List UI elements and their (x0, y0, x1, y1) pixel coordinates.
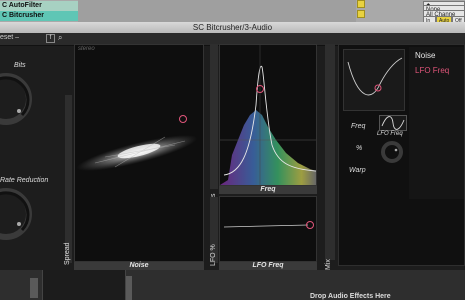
bits-knob-arc (0, 76, 30, 117)
save-preset-icon[interactable]: f (46, 34, 55, 43)
track-area (78, 0, 356, 22)
lfo-line (223, 224, 309, 228)
lfo-freq-knob[interactable] (381, 141, 403, 163)
search-icon[interactable]: ⌕ (58, 33, 62, 43)
spectrum-display[interactable] (219, 44, 317, 186)
stereo-display[interactable]: stereo (74, 44, 204, 262)
warp-curve (347, 57, 403, 96)
mix-slider[interactable] (325, 44, 335, 260)
host-bottom-area (0, 270, 465, 300)
track-activator-button[interactable] (357, 0, 365, 8)
preset-selector[interactable]: eset – (0, 34, 19, 41)
spectrum-graph (220, 45, 316, 185)
device-thumbnail[interactable] (42, 270, 126, 300)
mix-label: Mix (325, 259, 332, 270)
solo-button[interactable] (357, 10, 365, 18)
window-title[interactable]: SC Bitcrusher/3-Audio (0, 22, 465, 33)
lfo-shape-selector[interactable] (379, 115, 407, 131)
sine-wave-icon (381, 116, 405, 130)
freq-param-label[interactable]: Freq (351, 123, 365, 130)
rate-reduction-knob-arc (0, 191, 30, 232)
host-track-strip: C AutoFilter C Bitcrusher ◆ None None Al… (0, 0, 465, 25)
param-list-lfo-freq[interactable]: LFO Freq (415, 66, 449, 75)
lfo-freq-slider-bar[interactable]: LFO Freq (219, 262, 317, 270)
device-scroll-handle[interactable] (126, 276, 132, 300)
lfo-display[interactable] (219, 196, 317, 262)
lfo-percent-label: LFO % (210, 244, 217, 266)
res-slider[interactable] (210, 44, 218, 189)
rate-reduction-knob[interactable] (0, 188, 32, 240)
parameter-list: Noise LFO Freq (409, 47, 464, 199)
bits-label: Bits (14, 62, 26, 69)
plugin-window: SC Bitcrusher/3-Audio eset – f ⌕ Bits Ra… (0, 22, 465, 270)
device-fold-handle[interactable] (30, 278, 38, 298)
lfo-freq-param-label: LFO Freq (377, 131, 403, 137)
freq-slider-bar[interactable]: Freq (219, 186, 317, 194)
freq-res-handle[interactable] (256, 85, 264, 93)
modulation-panel: Freq % Warp LFO Freq Noise LFO Freq (338, 44, 465, 266)
bits-knob[interactable] (0, 73, 32, 125)
param-list-noise[interactable]: Noise (415, 51, 435, 60)
warp-param-label[interactable]: Warp (349, 167, 366, 174)
noise-slider-bar[interactable]: Noise (74, 262, 204, 270)
stereo-scatter-cloud (76, 135, 198, 171)
drop-audio-effects-hint: Drop Audio Effects Here (310, 293, 391, 300)
spread-slider[interactable] (65, 95, 72, 263)
track-autofilter[interactable]: C AutoFilter (0, 1, 78, 11)
lfo-handle[interactable] (306, 221, 314, 229)
percent-param-label[interactable]: % (356, 145, 362, 152)
track-bitcrusher[interactable]: C Bitcrusher (0, 11, 78, 21)
spread-label: Spread (64, 242, 71, 265)
noise-spread-handle[interactable] (179, 115, 187, 123)
rate-reduction-label: Rate Reduction (0, 177, 49, 184)
warp-curve-display[interactable] (343, 49, 405, 111)
lfo-freq-knob-arc (394, 148, 398, 152)
